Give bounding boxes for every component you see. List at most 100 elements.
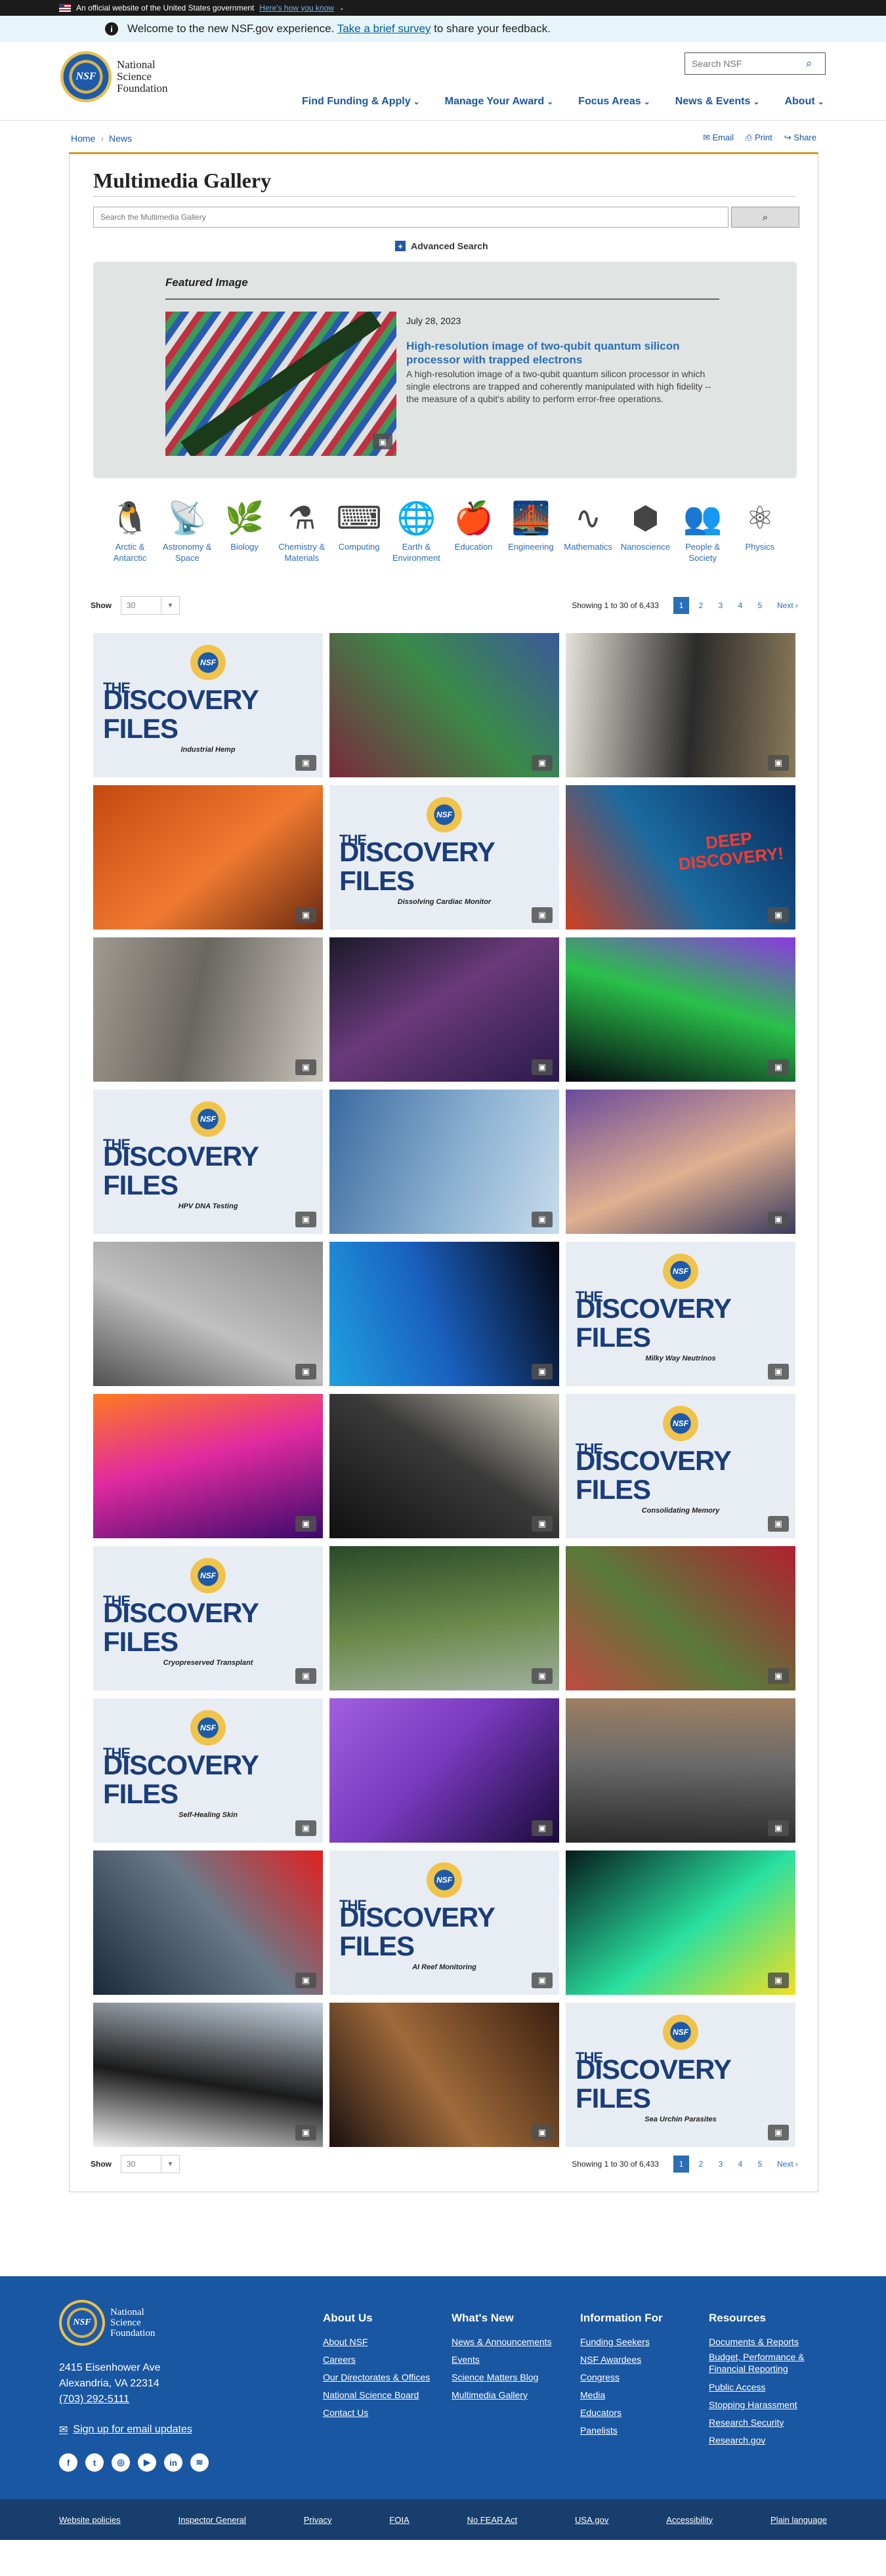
gallery-tile[interactable]: ▣ [566, 1698, 795, 1843]
footer-bottom-link[interactable]: FOIA [389, 2515, 409, 2525]
footer-link[interactable]: Congress [580, 2369, 698, 2386]
category-biology[interactable]: 🌿 Biology [219, 495, 271, 563]
page-3-link[interactable]: 3 [713, 2156, 728, 2173]
category-mathematics[interactable]: ∿ Mathematics [562, 495, 614, 563]
nav-find-funding[interactable]: Find Funding & Apply ⌄ [302, 96, 420, 108]
gallery-tile[interactable]: ▣ [93, 1394, 323, 1538]
gallery-tile[interactable]: NSF THE DISCOVERY FILES AI Reef Monitorin… [329, 1850, 559, 1995]
footer-bottom-link[interactable]: Plain language [770, 2515, 827, 2525]
gallery-tile[interactable]: ▣ [329, 1242, 559, 1386]
youtube-icon[interactable]: ▶ [138, 2453, 156, 2472]
gallery-tile[interactable]: ▣ [329, 633, 559, 777]
footer-link[interactable]: Our Directorates & Offices [323, 2369, 441, 2386]
gallery-tile[interactable]: ▣ [93, 1850, 323, 1995]
survey-link[interactable]: Take a brief survey [337, 22, 431, 35]
heres-how-you-know-link[interactable]: Here's how you know [259, 3, 334, 12]
footer-link[interactable]: Documents & Reports [709, 2333, 827, 2351]
nsf-logo[interactable]: NSF National Science Foundation [60, 51, 167, 102]
gallery-tile[interactable]: NSF THE DISCOVERY FILES Industrial Hemp ▣ [93, 633, 323, 777]
page-3-link[interactable]: 3 [713, 597, 728, 614]
footer-link[interactable]: Funding Seekers [580, 2333, 698, 2351]
gallery-tile[interactable]: NSF THE DISCOVERY FILES HPV DNA Testing ▣ [93, 1090, 323, 1234]
gallery-tile[interactable]: DEEP DISCOVERY! ▣ [566, 785, 795, 930]
category-chemistry-materials[interactable]: ⚗ Chemistry & Materials [276, 495, 328, 563]
footer-link[interactable]: National Science Board [323, 2386, 441, 2404]
site-search-input[interactable] [685, 58, 803, 69]
nav-manage-award[interactable]: Manage Your Award ⌄ [445, 96, 554, 108]
footer-link[interactable]: Educators [580, 2404, 698, 2422]
next-page-link[interactable]: Next › [777, 2156, 798, 2173]
search-icon[interactable]: ⌕ [806, 57, 812, 70]
gallery-tile[interactable]: ▣ [93, 2003, 323, 2147]
footer-bottom-link[interactable]: Accessibility [666, 2515, 713, 2525]
rss-icon[interactable]: ≋ [190, 2453, 209, 2472]
gallery-tile[interactable]: ▣ [566, 937, 795, 1082]
gallery-tile[interactable]: ▣ [329, 2003, 559, 2147]
footer-logo[interactable]: NSF National Science Foundation [59, 2300, 155, 2346]
page-4-link[interactable]: 4 [732, 597, 748, 614]
gallery-tile[interactable]: ▣ [329, 1394, 559, 1538]
category-earth-environment[interactable]: 🌐 Earth & Environment [390, 495, 442, 563]
featured-image[interactable]: ▣ [165, 312, 396, 456]
footer-bottom-link[interactable]: Inspector General [179, 2515, 246, 2525]
page-2-link[interactable]: 2 [693, 597, 709, 614]
gallery-tile[interactable]: NSF THE DISCOVERY FILES Sea Urchin Parasi… [566, 2003, 795, 2147]
page-size-select[interactable]: 30 ▼ [121, 596, 180, 615]
category-computing[interactable]: ⌨ Computing [333, 495, 385, 563]
footer-link[interactable]: Public Access [709, 2379, 827, 2396]
gallery-tile[interactable]: ▣ [329, 937, 559, 1082]
phone-link[interactable]: (703) 292-5111 [59, 2394, 129, 2405]
category-physics[interactable]: ⚛ Physics [734, 495, 786, 563]
email-button[interactable]: ✉ Email [703, 133, 734, 143]
page-size-select[interactable]: 30 ▼ [121, 2155, 180, 2173]
footer-link[interactable]: NSF Awardees [580, 2351, 698, 2369]
gallery-tile[interactable]: ▣ [93, 785, 323, 930]
footer-bottom-link[interactable]: Privacy [304, 2515, 332, 2525]
twitter-icon[interactable]: t [85, 2453, 104, 2472]
gallery-tile[interactable]: ▣ [93, 937, 323, 1082]
gallery-tile[interactable]: NSF THE DISCOVERY FILES Self-Healing Skin… [93, 1698, 323, 1843]
footer-bottom-link[interactable]: Website policies [59, 2515, 121, 2525]
footer-link[interactable]: Media [580, 2386, 698, 2404]
instagram-icon[interactable]: ◎ [112, 2453, 130, 2472]
featured-title-link[interactable]: High-resolution image of two-qubit quant… [406, 339, 715, 367]
footer-link[interactable]: Events [452, 2351, 570, 2369]
footer-link[interactable]: Contact Us [323, 2404, 441, 2422]
category-arctic-antarctic[interactable]: 🐧 Arctic & Antarctic [104, 495, 156, 563]
gallery-search-input[interactable] [93, 207, 728, 228]
print-button[interactable]: ⎙ Print [746, 133, 772, 143]
gallery-search-button[interactable]: ⌕ [731, 207, 799, 228]
page-5-link[interactable]: 5 [752, 597, 768, 614]
email-signup-link[interactable]: ✉ Sign up for email updates [59, 2423, 192, 2436]
gallery-tile[interactable]: ▣ [566, 633, 795, 777]
footer-link[interactable]: Stopping Harassment [709, 2396, 827, 2414]
gallery-tile[interactable]: ▣ [329, 1698, 559, 1843]
gallery-tile[interactable]: ▣ [93, 1242, 323, 1386]
gallery-tile[interactable]: ▣ [329, 1090, 559, 1234]
category-education[interactable]: 🍎 Education [448, 495, 500, 563]
footer-bottom-link[interactable]: USA.gov [575, 2515, 608, 2525]
footer-link[interactable]: Research Security [709, 2414, 827, 2432]
footer-link[interactable]: News & Announcements [452, 2333, 570, 2351]
advanced-search-toggle[interactable]: + Advanced Search [395, 241, 488, 251]
footer-link[interactable]: Panelists [580, 2422, 698, 2440]
linkedin-icon[interactable]: in [164, 2453, 182, 2472]
page-1-link[interactable]: 1 [673, 597, 689, 614]
footer-link[interactable]: Budget, Performance & Financial Reportin… [709, 2351, 827, 2375]
footer-link[interactable]: Science Matters Blog [452, 2369, 570, 2386]
footer-link[interactable]: Multimedia Gallery [452, 2386, 570, 2404]
footer-bottom-link[interactable]: No FEAR Act [467, 2515, 518, 2525]
nav-news-events[interactable]: News & Events ⌄ [675, 96, 760, 108]
page-2-link[interactable]: 2 [693, 2156, 709, 2173]
gallery-tile[interactable]: NSF THE DISCOVERY FILES Dissolving Cardia… [329, 785, 559, 930]
page-4-link[interactable]: 4 [732, 2156, 748, 2173]
gallery-tile[interactable]: ▣ [566, 1090, 795, 1234]
category-people-society[interactable]: 👥 People & Society [677, 495, 729, 563]
breadcrumb-home[interactable]: Home [71, 133, 95, 144]
gallery-tile[interactable]: NSF THE DISCOVERY FILES Consolidating Mem… [566, 1394, 795, 1538]
facebook-icon[interactable]: f [59, 2453, 77, 2472]
nav-about[interactable]: About ⌄ [784, 96, 824, 108]
next-page-link[interactable]: Next › [777, 597, 798, 614]
gallery-tile[interactable]: ▣ [566, 1850, 795, 1995]
category-astronomy-space[interactable]: 📡 Astronomy & Space [161, 495, 213, 563]
